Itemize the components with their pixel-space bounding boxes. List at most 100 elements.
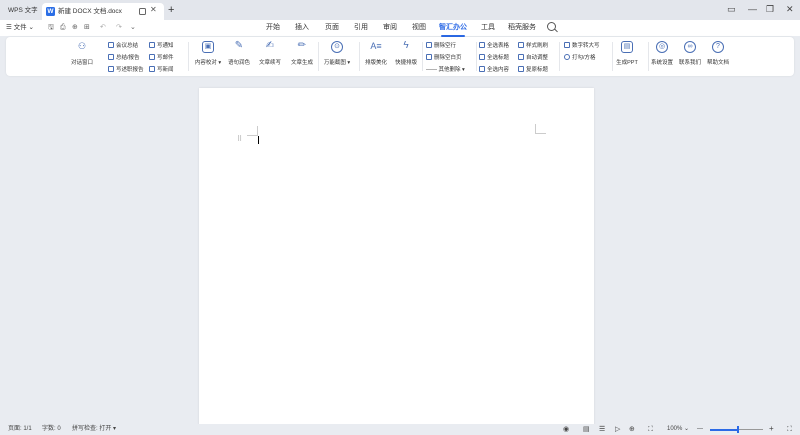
- restore-heading-button[interactable]: 复原标题: [518, 66, 548, 75]
- page-view-icon[interactable]: ▤: [583, 425, 590, 434]
- universal-screenshot-button[interactable]: ⊙ 万能截图 ▾: [318, 40, 356, 73]
- vertical-scrollbar[interactable]: [790, 88, 793, 418]
- report-icon: [108, 54, 114, 60]
- ribbon-separator: [476, 42, 477, 71]
- magic-wand-icon: ✎: [234, 40, 244, 51]
- tab-page[interactable]: 页面: [325, 23, 339, 33]
- app-tab-wps[interactable]: WPS 文字: [4, 4, 42, 18]
- zoom-level-dropdown[interactable]: 100% ⌄: [667, 425, 689, 434]
- minimize-button[interactable]: —: [748, 2, 757, 16]
- ppt-icon: ▤: [621, 41, 633, 53]
- tab-docer-service[interactable]: 稻壳服务: [508, 23, 536, 33]
- duty-report-button[interactable]: 写述职报告: [108, 66, 144, 75]
- quick-access-more-icon[interactable]: ⌄: [130, 23, 136, 33]
- chat-icon: ∞: [684, 41, 696, 53]
- file-menu[interactable]: ☰ 文件 ⌄: [6, 23, 34, 33]
- check-icon: [564, 54, 570, 60]
- blank-page-icon: [426, 54, 432, 60]
- close-window-button[interactable]: ✕: [786, 2, 794, 16]
- delete-blank-page-button[interactable]: 删除空白页: [426, 54, 462, 63]
- fast-typeset-button[interactable]: ϟ 快捷排版: [389, 40, 423, 73]
- drag-handle-icon[interactable]: ⠿: [237, 136, 242, 144]
- text-cursor: [258, 136, 259, 144]
- email-icon: [149, 54, 155, 60]
- lightning-icon: ϟ: [403, 40, 409, 51]
- sentence-polish-button[interactable]: ✎ 语句润色: [222, 40, 256, 73]
- generate-ppt-button[interactable]: ▤ 生成PPT: [610, 40, 644, 73]
- select-all-headings-button[interactable]: 全选标题: [479, 54, 509, 63]
- eye-protection-icon[interactable]: ◉: [563, 425, 569, 434]
- select-all-content-button[interactable]: 全选内容: [479, 66, 509, 75]
- tab-insert[interactable]: 插入: [295, 23, 309, 33]
- redo-icon[interactable]: ↷: [116, 23, 122, 33]
- document-page[interactable]: ⠿: [199, 88, 594, 425]
- spell-check-toggle[interactable]: 拼写检查: 打开 ▾: [72, 425, 116, 434]
- web-view-icon[interactable]: ⊕: [629, 425, 635, 434]
- help-icon: ?: [712, 41, 724, 53]
- dialog-window-button[interactable]: ⚇ 对话窗口: [65, 40, 99, 73]
- typeset-beautify-button[interactable]: A≡ 排版美化: [359, 40, 393, 73]
- content-proofread-button[interactable]: ▣ 内容校对 ▾: [191, 40, 225, 73]
- delete-empty-lines-button[interactable]: 删除空行: [426, 42, 456, 51]
- restore-layout-icon[interactable]: ▭: [727, 2, 736, 16]
- fit-page-icon[interactable]: ⛶: [787, 425, 792, 434]
- tab-view[interactable]: 视图: [412, 23, 426, 33]
- export-icon[interactable]: ⊕: [72, 23, 78, 33]
- document-tab[interactable]: W 新建 DOCX 文档.docx ✕: [42, 3, 164, 20]
- screenshot-icon: ⊙: [331, 41, 343, 53]
- number-to-uppercase-button[interactable]: 数字转大写: [564, 42, 600, 51]
- zoom-out-button[interactable]: —: [697, 425, 703, 434]
- tab-tools[interactable]: 工具: [481, 23, 495, 33]
- select-all-tables-button[interactable]: 全选表格: [479, 42, 509, 51]
- number-icon: [564, 42, 570, 48]
- pen-icon: ✍: [265, 40, 275, 51]
- status-bar: 页面: 1/1 字数: 0 拼写检查: 打开 ▾ ◉ ▤ ☰ ▷ ⊕ ⛶ 100…: [0, 424, 800, 435]
- undo-icon[interactable]: ↶: [100, 23, 106, 33]
- content-icon: [479, 66, 485, 72]
- word-count: 字数: 0: [42, 426, 61, 432]
- other-delete-dropdown[interactable]: —— 其他删除 ▾: [426, 66, 465, 75]
- article-continue-button[interactable]: ✍ 文章续写: [253, 40, 287, 73]
- tab-reference[interactable]: 引用: [354, 23, 368, 33]
- style-brush-button[interactable]: 样式刷刷: [518, 42, 548, 51]
- tab-review[interactable]: 审阅: [383, 23, 397, 33]
- article-generate-button[interactable]: ✏ 文章生成: [285, 40, 319, 73]
- tab-home[interactable]: 开始: [266, 23, 280, 33]
- save-icon[interactable]: 🖫: [48, 23, 54, 33]
- pencil-icon: ✏: [297, 40, 307, 51]
- title-bar: WPS 文字 W 新建 DOCX 文档.docx ✕ + ▭ — ❐ ✕: [0, 0, 800, 20]
- summary-report-button[interactable]: 总结/报告: [108, 54, 140, 63]
- tab-smart-office[interactable]: 智汇办公: [439, 23, 467, 37]
- margin-corner-top-left: [247, 126, 258, 136]
- write-notice-button[interactable]: 写通知: [149, 42, 174, 51]
- read-mode-icon[interactable]: ▷: [615, 425, 620, 434]
- maximize-button[interactable]: ❐: [766, 2, 774, 16]
- ribbon-separator: [422, 42, 423, 71]
- help-docs-button[interactable]: ? 帮助文档: [701, 40, 735, 73]
- checkbox-square-button[interactable]: 打勾/方格: [564, 54, 596, 63]
- restore-icon: [518, 66, 524, 72]
- fullscreen-icon[interactable]: ⛶: [648, 425, 653, 434]
- auto-adjust-button[interactable]: 自动调整: [518, 54, 548, 63]
- meeting-summary-button[interactable]: 会议总结: [108, 42, 138, 51]
- ribbon-separator: [188, 42, 189, 71]
- search-icon[interactable]: [547, 22, 556, 31]
- new-tab-button[interactable]: +: [168, 3, 174, 17]
- print-icon[interactable]: ⎙: [60, 23, 66, 33]
- write-news-button[interactable]: 写新闻: [149, 66, 174, 75]
- write-email-button[interactable]: 写邮件: [149, 54, 174, 63]
- brush-icon: [518, 42, 524, 48]
- chat-bot-icon: ⚇: [77, 41, 87, 51]
- meeting-icon: [108, 42, 114, 48]
- preview-icon[interactable]: ⊞: [84, 23, 90, 33]
- adjust-icon: [518, 54, 524, 60]
- ribbon-separator: [559, 42, 560, 71]
- tab-float-icon[interactable]: [139, 8, 146, 15]
- news-icon: [149, 66, 155, 72]
- outline-view-icon[interactable]: ☰: [599, 425, 605, 434]
- zoom-in-button[interactable]: +: [769, 425, 774, 433]
- tab-close-icon[interactable]: ✕: [150, 5, 157, 14]
- zoom-slider-fill: [710, 428, 739, 431]
- zoom-slider[interactable]: [710, 426, 763, 433]
- zoom-slider-thumb[interactable]: [737, 426, 740, 433]
